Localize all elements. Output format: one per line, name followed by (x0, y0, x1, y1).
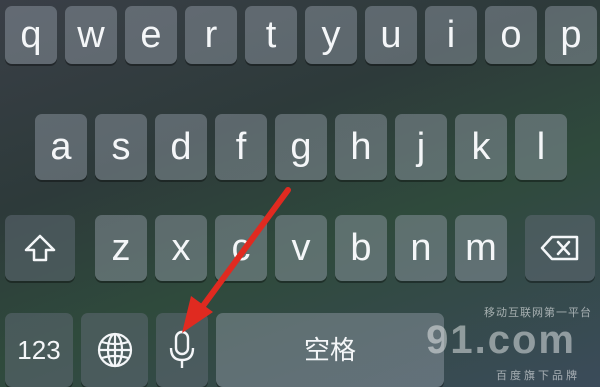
key-label: g (290, 126, 312, 168)
key-c[interactable]: c (215, 215, 267, 281)
key-h[interactable]: h (335, 114, 387, 180)
key-label: k (471, 126, 491, 168)
key-label: a (50, 126, 72, 168)
key-u[interactable]: u (365, 6, 417, 64)
key-a[interactable]: a (35, 114, 87, 180)
key-s[interactable]: s (95, 114, 147, 180)
key-l[interactable]: l (515, 114, 567, 180)
key-x[interactable]: x (155, 215, 207, 281)
globe-icon (96, 331, 134, 369)
key-o[interactable]: o (485, 6, 537, 64)
key-b[interactable]: b (335, 215, 387, 281)
shift-key[interactable] (5, 215, 75, 281)
key-f[interactable]: f (215, 114, 267, 180)
key-label: q (20, 14, 42, 56)
key-t[interactable]: t (245, 6, 297, 64)
key-label: f (235, 126, 247, 168)
watermark-brand-line: 百度旗下品牌 (496, 370, 580, 382)
key-label: x (171, 227, 191, 269)
key-label: y (321, 14, 341, 56)
watermark: 移动互联网第一平台 91.com 百度旗下品牌 (424, 300, 594, 385)
key-label: d (170, 126, 192, 168)
key-label: e (140, 14, 162, 56)
key-label: i (446, 14, 456, 56)
key-w[interactable]: w (65, 6, 117, 64)
key-p[interactable]: p (545, 6, 597, 64)
key-label: z (111, 227, 131, 269)
key-i[interactable]: i (425, 6, 477, 64)
delete-icon (540, 234, 580, 262)
key-n[interactable]: n (395, 215, 447, 281)
key-g[interactable]: g (275, 114, 327, 180)
key-label: n (410, 227, 432, 269)
key-label: s (111, 126, 131, 168)
key-z[interactable]: z (95, 215, 147, 281)
key-label: 123 (17, 335, 61, 365)
key-m[interactable]: m (455, 215, 507, 281)
key-e[interactable]: e (125, 6, 177, 64)
shift-icon (23, 233, 57, 263)
key-label: v (291, 227, 311, 269)
key-v[interactable]: v (275, 215, 327, 281)
microphone-icon (167, 329, 197, 371)
key-label: j (416, 126, 426, 168)
key-r[interactable]: r (185, 6, 237, 64)
key-label: c (231, 227, 251, 269)
key-label: u (380, 14, 402, 56)
globe-key[interactable] (81, 313, 148, 387)
key-y[interactable]: y (305, 6, 357, 64)
key-j[interactable]: j (395, 114, 447, 180)
key-label: l (536, 126, 546, 168)
key-label: w (77, 14, 105, 56)
watermark-logo: 91.com (426, 318, 576, 362)
key-label: t (265, 14, 277, 56)
key-q[interactable]: q (5, 6, 57, 64)
key-label: p (560, 14, 582, 56)
space-key[interactable]: 空格 (216, 313, 444, 387)
key-label: h (350, 126, 372, 168)
key-d[interactable]: d (155, 114, 207, 180)
key-k[interactable]: k (455, 114, 507, 180)
key-label: o (500, 14, 522, 56)
microphone-key[interactable] (156, 313, 208, 387)
numbers-key[interactable]: 123 (5, 313, 73, 387)
key-label: b (350, 227, 372, 269)
key-label: 空格 (303, 335, 356, 365)
key-label: m (465, 227, 497, 269)
key-label: r (204, 14, 218, 56)
delete-key[interactable] (525, 215, 595, 281)
